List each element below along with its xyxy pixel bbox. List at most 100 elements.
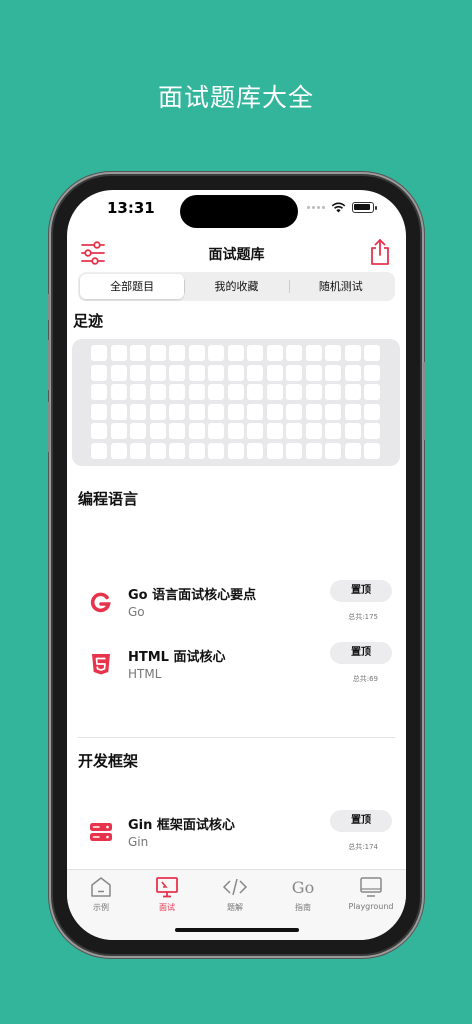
status-icons bbox=[307, 202, 377, 213]
tab-playground[interactable]: Playground bbox=[337, 875, 405, 911]
footprint-cell bbox=[188, 364, 205, 381]
status-time: 13:31 bbox=[107, 199, 155, 217]
footprint-cell bbox=[227, 403, 244, 420]
go-text-icon: Go bbox=[291, 877, 315, 897]
segmented-control: 全部题目 我的收藏 随机测试 bbox=[78, 272, 395, 301]
server-stack-icon bbox=[90, 823, 112, 841]
segment-all[interactable]: 全部题目 bbox=[80, 274, 185, 299]
presentation-icon bbox=[156, 877, 178, 898]
footprint-cell bbox=[325, 345, 341, 361]
footprint-cell bbox=[286, 423, 302, 439]
footprint-cell bbox=[227, 384, 244, 400]
footprint-cell bbox=[364, 403, 380, 420]
footprint-cell bbox=[227, 442, 244, 459]
footprint-cell bbox=[169, 345, 185, 361]
footprint-cell bbox=[130, 442, 146, 459]
pin-button[interactable]: 置顶 bbox=[330, 810, 392, 832]
power-button bbox=[423, 362, 426, 440]
footprint-cell bbox=[130, 403, 146, 420]
item-title: Gin 框架面试核心 bbox=[128, 818, 235, 833]
item-subtitle: HTML bbox=[128, 667, 162, 681]
share-icon[interactable] bbox=[368, 238, 392, 266]
footprint-cell bbox=[227, 345, 244, 361]
footprint-cell bbox=[344, 423, 361, 439]
footprint-cell bbox=[266, 364, 283, 381]
footprint-cell bbox=[325, 384, 341, 400]
footprint-cell bbox=[169, 364, 185, 381]
segment-random-test[interactable]: 随机测试 bbox=[288, 274, 393, 299]
tab-solutions[interactable]: 题解 bbox=[201, 875, 269, 913]
footprint-cell bbox=[188, 442, 205, 459]
footprint-cell bbox=[130, 384, 146, 400]
footprint-cell bbox=[364, 384, 380, 400]
footprint-cell bbox=[364, 345, 380, 361]
list-item-go[interactable]: Go 语言面试核心要点 Go 置顶 总共:175 bbox=[67, 580, 406, 628]
list-item-gin[interactable]: Gin 框架面试核心 Gin 置顶 总共:174 bbox=[67, 810, 406, 858]
footprint-cell bbox=[208, 403, 224, 420]
tab-interview[interactable]: 面试 bbox=[133, 875, 201, 913]
wifi-icon bbox=[331, 202, 346, 213]
footprint-cell bbox=[305, 384, 322, 400]
footprint-cell bbox=[208, 345, 224, 361]
app-screen: 13:31 面试题库 全部题目 我的收藏 随机测试 足迹 编程语言 Go 语言面… bbox=[67, 190, 406, 940]
pin-button[interactable]: 置顶 bbox=[330, 580, 392, 602]
phone-frame: 13:31 面试题库 全部题目 我的收藏 随机测试 足迹 编程语言 Go 语言面… bbox=[47, 176, 426, 954]
footprint-cell bbox=[247, 442, 263, 459]
footprint-cell bbox=[305, 442, 322, 459]
html5-logo-icon bbox=[92, 654, 110, 675]
footprint-cell bbox=[169, 403, 185, 420]
footprint-cell bbox=[91, 423, 107, 439]
section-title-languages: 编程语言 bbox=[78, 490, 139, 508]
list-item-html[interactable]: HTML 面试核心 HTML 置顶 总共:69 bbox=[67, 642, 406, 690]
footprint-cell bbox=[110, 423, 127, 439]
tab-guide[interactable]: Go 指南 bbox=[269, 875, 337, 913]
footprint-cell bbox=[110, 345, 127, 361]
footprint-cell bbox=[266, 345, 283, 361]
footprint-cell bbox=[247, 345, 263, 361]
footprint-cell bbox=[325, 442, 341, 459]
footprint-cell bbox=[247, 403, 263, 420]
footprint-cell bbox=[169, 442, 185, 459]
footprint-cell bbox=[130, 364, 146, 381]
footprint-cell bbox=[364, 423, 380, 439]
footprint-cell bbox=[344, 345, 361, 361]
nav-title: 面试题库 bbox=[208, 247, 265, 263]
footprint-cell bbox=[149, 423, 166, 439]
footprint-cell bbox=[91, 384, 107, 400]
footprint-cell bbox=[325, 364, 341, 381]
footprint-cell bbox=[169, 384, 185, 400]
footprint-cell bbox=[286, 345, 302, 361]
pin-button[interactable]: 置顶 bbox=[330, 642, 392, 664]
footprint-cell bbox=[286, 384, 302, 400]
footprint-cell bbox=[286, 442, 302, 459]
segment-favorites[interactable]: 我的收藏 bbox=[184, 274, 288, 299]
section-divider bbox=[78, 737, 395, 738]
footprint-cell bbox=[130, 345, 146, 361]
tab-examples[interactable]: 示例 bbox=[67, 875, 135, 913]
footprint-cell bbox=[286, 364, 302, 381]
footprint-cell bbox=[188, 384, 205, 400]
item-title: Go 语言面试核心要点 bbox=[128, 588, 257, 603]
house-icon bbox=[91, 877, 111, 897]
footprint-cell bbox=[149, 442, 166, 459]
footprint-cell bbox=[110, 442, 127, 459]
footprint-cell bbox=[149, 345, 166, 361]
footprint-cell bbox=[364, 364, 380, 381]
footprint-grid bbox=[72, 339, 400, 466]
item-title: HTML 面试核心 bbox=[128, 650, 226, 665]
hero-title: 面试题库大全 bbox=[157, 83, 314, 112]
footprint-cell bbox=[227, 364, 244, 381]
footprint-cell bbox=[208, 384, 224, 400]
footprint-cell bbox=[149, 364, 166, 381]
home-indicator bbox=[175, 928, 299, 932]
footprint-cell bbox=[305, 423, 322, 439]
footprint-cell bbox=[149, 384, 166, 400]
footprint-cell bbox=[227, 423, 244, 439]
tab-label: Playground bbox=[348, 902, 394, 911]
section-title-frameworks: 开发框架 bbox=[78, 752, 139, 770]
footprint-cell bbox=[305, 403, 322, 420]
footprint-cell bbox=[110, 403, 127, 420]
footprint-cell bbox=[344, 364, 361, 381]
footprint-cell bbox=[188, 403, 205, 420]
item-total: 总共:174 bbox=[348, 843, 378, 851]
